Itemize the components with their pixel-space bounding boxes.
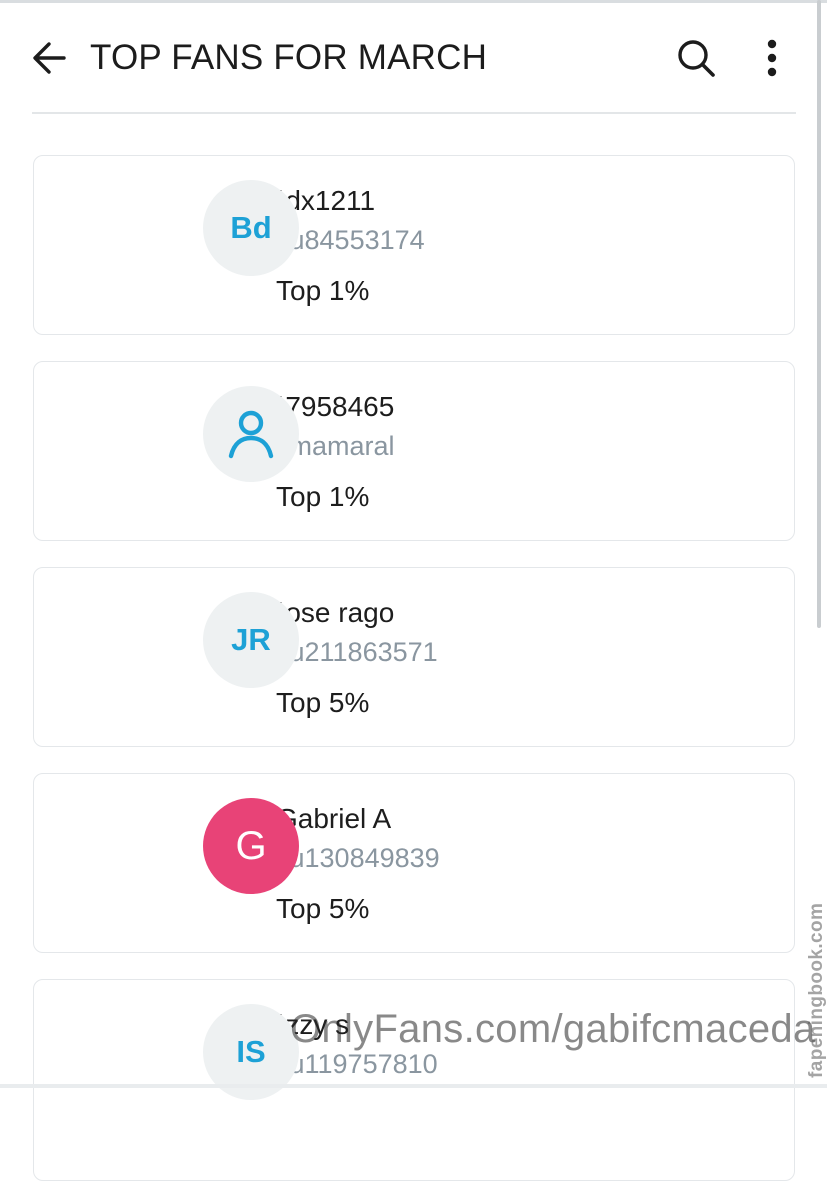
page-title: TOP FANS FOR MARCH: [90, 38, 488, 77]
avatar[interactable]: G: [203, 798, 299, 894]
fan-rank: Top 5%: [276, 687, 370, 718]
bottom-edge: [0, 1084, 827, 1088]
fan-rank: Top 1%: [276, 275, 370, 306]
back-button[interactable]: [30, 38, 70, 78]
watermark-text: OnlyFans.com/gabifcmaceda: [290, 1007, 816, 1051]
app-header: TOP FANS FOR MARCH: [0, 0, 827, 114]
avatar[interactable]: Bd: [203, 180, 299, 276]
fan-card[interactable]: Gabriel A ɔu130849839 Top 5% G: [33, 773, 795, 953]
search-button[interactable]: [676, 38, 716, 78]
search-icon: [678, 40, 715, 77]
side-watermark: fapeningbook.com: [806, 902, 827, 1078]
scrollbar[interactable]: [817, 0, 821, 628]
arrow-left-icon: [33, 42, 66, 74]
fan-handle: ɔu211863571: [276, 637, 438, 667]
fan-rank: Top 1%: [276, 481, 370, 512]
person-icon: [228, 410, 274, 459]
more-options-button[interactable]: [752, 36, 792, 80]
fan-rank: Top 5%: [276, 893, 370, 924]
avatar[interactable]: JR: [203, 592, 299, 688]
header-divider: [32, 112, 796, 114]
avatar[interactable]: [203, 386, 299, 482]
fan-card[interactable]: ˈose rago ɔu211863571 Top 5% JR: [33, 567, 795, 747]
more-vertical-icon: [767, 39, 777, 77]
fan-card[interactable]: ˈ7958465 ɔmamaral Top 1%: [33, 361, 795, 541]
fan-card[interactable]: ˈdx1211 ɔu84553174 Top 1% Bd: [33, 155, 795, 335]
fan-handle: ɔu130849839: [276, 843, 440, 873]
